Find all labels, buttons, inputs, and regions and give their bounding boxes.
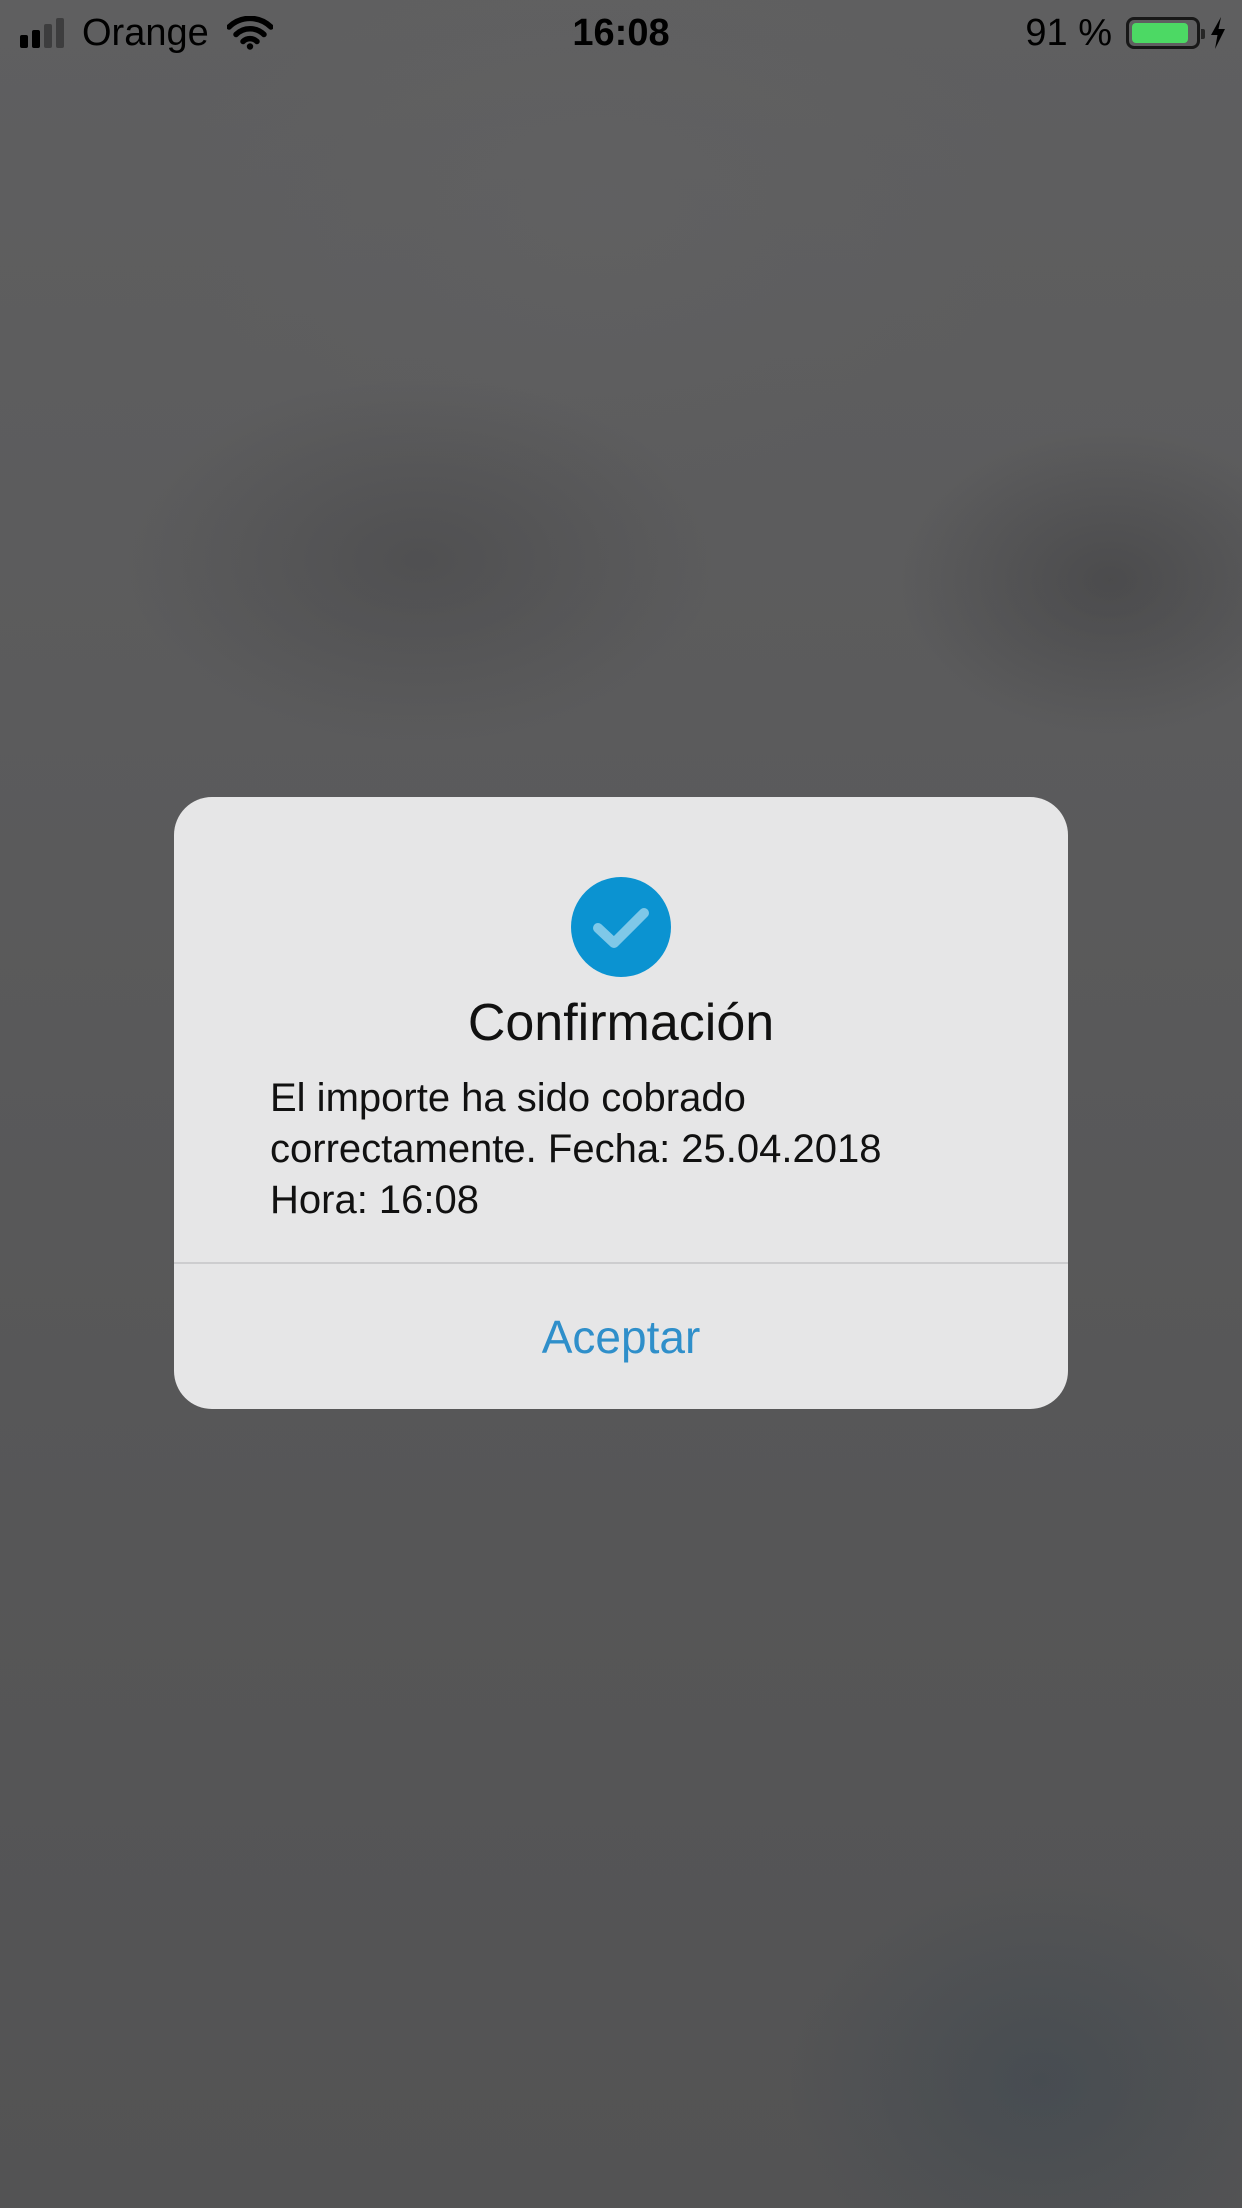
- battery-cap: [1201, 29, 1205, 39]
- charging-bolt-icon: [1211, 17, 1225, 49]
- checkmark-icon: [593, 908, 649, 948]
- confirmation-alert: Confirmación El importe ha sido cobrado …: [174, 797, 1068, 1409]
- accept-button[interactable]: Aceptar: [174, 1264, 1068, 1409]
- battery-fill: [1132, 23, 1188, 43]
- checkmark-circle-icon: [571, 877, 671, 977]
- alert-title: Confirmación: [467, 994, 775, 1052]
- battery-icon: [1126, 17, 1205, 49]
- status-bar: Orange 16:08 91 %: [0, 0, 1242, 66]
- alert-message-line: correctamente. Fecha: 25.04.2018: [270, 1127, 882, 1171]
- alert-message-line: Hora: 16:08: [270, 1178, 480, 1222]
- battery-percentage: 91 %: [1025, 11, 1112, 54]
- status-bar-right: 91 %: [1025, 10, 1228, 56]
- alert-message: El importe ha sido cobrado correctamente…: [270, 1073, 990, 1226]
- alert-message-line: El importe ha sido cobrado: [270, 1076, 746, 1120]
